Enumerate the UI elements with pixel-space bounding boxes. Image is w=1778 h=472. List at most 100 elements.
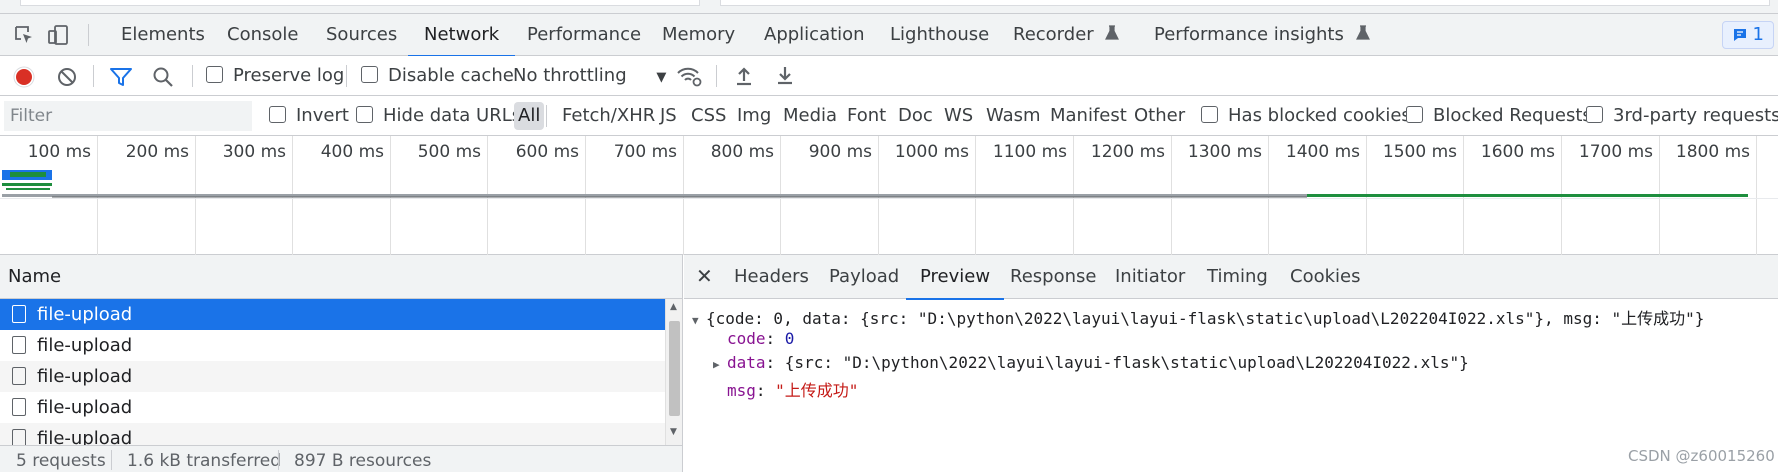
close-icon[interactable]: ✕: [696, 255, 713, 299]
timeline-tick-label: 900 ms: [808, 142, 872, 162]
type-filter-manifest[interactable]: Manifest: [1050, 96, 1127, 136]
timeline-request-bar-small: [6, 188, 50, 190]
collapsed-triangle-icon[interactable]: ▶: [713, 358, 727, 371]
filter-icon[interactable]: [109, 66, 133, 88]
preview-summary: {code: 0, data: {src: "D:\python\2022\la…: [706, 309, 1705, 328]
request-row[interactable]: file-upload: [0, 330, 665, 361]
invert-box[interactable]: [269, 106, 286, 123]
throttling-value: No throttling: [513, 65, 627, 86]
timeline-tick-label: 1100 ms: [992, 142, 1067, 162]
expanded-triangle-icon[interactable]: ▼: [692, 314, 706, 327]
tab-lighthouse[interactable]: Lighthouse: [890, 14, 989, 56]
blocked-requests-checkbox[interactable]: Blocked Requests: [1406, 96, 1592, 136]
tab-performance[interactable]: Performance: [527, 14, 641, 56]
network-toolbar: Preserve log Disable cache No throttling…: [0, 56, 1778, 96]
throttling-select[interactable]: No throttling ▼: [513, 56, 666, 96]
timeline-overview[interactable]: 100 ms 200 ms 300 ms 400 ms 500 ms 600 ms 700 …: [0, 136, 1778, 255]
preview-data-line[interactable]: ▶ data: {src: "D:\python\2022\layui\layui…: [713, 353, 1469, 372]
third-party-requests-checkbox[interactable]: 3rd-party requests: [1586, 96, 1778, 136]
third-party-requests-label: 3rd-party requests: [1613, 105, 1778, 126]
timeline-tick-label: 1700 ms: [1578, 142, 1653, 162]
has-blocked-cookies-box[interactable]: [1201, 106, 1218, 123]
document-icon: [12, 429, 26, 445]
document-icon: [12, 336, 26, 354]
tab-application[interactable]: Application: [764, 14, 865, 56]
property-value-object: {src: "D:\python\2022\layui\layui-flask\…: [784, 353, 1469, 372]
tab-recorder[interactable]: Recorder: [1013, 14, 1120, 56]
hide-data-urls-checkbox[interactable]: Hide data URLs: [356, 96, 521, 136]
timeline-tick-label: 1800 ms: [1675, 142, 1750, 162]
tab-headers[interactable]: Headers: [734, 255, 809, 299]
property-value-number: 0: [784, 329, 795, 348]
scroll-down-icon[interactable]: ▼: [670, 427, 677, 437]
clear-icon[interactable]: [56, 66, 78, 88]
tab-initiator[interactable]: Initiator: [1115, 255, 1185, 299]
device-toolbar-icon[interactable]: [46, 23, 70, 47]
request-row[interactable]: file-upload: [0, 423, 665, 445]
preserve-log-checkbox[interactable]: Preserve log: [206, 56, 344, 96]
record-icon[interactable]: [12, 65, 36, 89]
timeline-request-bar-green: [10, 172, 46, 177]
property-key: msg: [727, 381, 756, 400]
tab-console[interactable]: Console: [227, 14, 298, 56]
tab-network[interactable]: Network: [407, 14, 516, 57]
export-har-icon[interactable]: [775, 65, 795, 85]
search-icon[interactable]: [152, 66, 174, 88]
name-column-header[interactable]: Name: [0, 255, 682, 299]
type-filter-wasm[interactable]: Wasm: [986, 96, 1041, 136]
request-row[interactable]: file-upload: [0, 392, 665, 423]
has-blocked-cookies-checkbox[interactable]: Has blocked cookies: [1201, 96, 1411, 136]
window-top-strip: [0, 0, 1778, 14]
tab-timing[interactable]: Timing: [1207, 255, 1268, 299]
issues-counter-button[interactable]: 1: [1722, 21, 1774, 49]
has-blocked-cookies-label: Has blocked cookies: [1228, 105, 1411, 126]
type-filter-font[interactable]: Font: [847, 96, 886, 136]
type-filter-css[interactable]: CSS: [691, 96, 726, 136]
type-filter-doc[interactable]: Doc: [898, 96, 933, 136]
timeline-request-bar-small: [2, 183, 52, 186]
blocked-requests-box[interactable]: [1406, 106, 1423, 123]
hide-data-urls-label: Hide data URLs: [383, 105, 522, 126]
timeline-download-bar: [1307, 194, 1748, 197]
dropdown-arrow-icon: ▼: [656, 70, 667, 85]
invert-checkbox[interactable]: Invert: [269, 96, 349, 136]
request-row[interactable]: file-upload: [0, 361, 665, 392]
inspect-element-icon[interactable]: [13, 24, 35, 46]
tab-performance-insights[interactable]: Performance insights: [1154, 14, 1370, 56]
import-har-icon[interactable]: [734, 66, 754, 86]
type-filter-other[interactable]: Other: [1134, 96, 1185, 136]
type-filter-ws[interactable]: WS: [944, 96, 973, 136]
request-list: Name file-upload file-upload file-upload…: [0, 255, 683, 445]
property-value-string: "上传成功": [775, 381, 859, 400]
filter-input[interactable]: [4, 101, 252, 131]
tab-elements[interactable]: Elements: [121, 14, 205, 56]
scroll-up-icon[interactable]: ▲: [670, 302, 677, 312]
transferred-size: 1.6 kB transferred: [127, 451, 282, 471]
type-filter-js[interactable]: JS: [660, 96, 677, 136]
type-filter-fetch-xhr[interactable]: Fetch/XHR: [562, 96, 655, 136]
request-row[interactable]: file-upload: [0, 299, 665, 330]
preserve-log-box[interactable]: [206, 66, 223, 83]
third-party-requests-box[interactable]: [1586, 106, 1603, 123]
tab-memory[interactable]: Memory: [662, 14, 735, 56]
disable-cache-box[interactable]: [361, 66, 378, 83]
tab-response[interactable]: Response: [1010, 255, 1096, 299]
preview-root-line[interactable]: ▼ {code: 0, data: {src: "D:\python\2022\l…: [692, 305, 1704, 329]
tab-payload[interactable]: Payload: [829, 255, 899, 299]
network-conditions-icon[interactable]: [676, 65, 702, 87]
scrollbar-thumb[interactable]: [669, 321, 680, 416]
type-filter-all[interactable]: All: [514, 102, 545, 130]
tab-preview[interactable]: Preview: [905, 255, 1005, 300]
type-filter-img[interactable]: Img: [737, 96, 771, 136]
type-filter-media[interactable]: Media: [783, 96, 837, 136]
disable-cache-checkbox[interactable]: Disable cache: [361, 56, 514, 96]
timeline-gridline: [1756, 136, 1757, 255]
preserve-log-label: Preserve log: [233, 65, 345, 86]
request-list-scrollbar[interactable]: ▲ ▼: [665, 299, 682, 445]
timeline-tick-label: 1500 ms: [1382, 142, 1457, 162]
tab-cookies[interactable]: Cookies: [1290, 255, 1360, 299]
timeline-tick-label: 700 ms: [613, 142, 677, 162]
hide-data-urls-box[interactable]: [356, 106, 373, 123]
tab-sources[interactable]: Sources: [326, 14, 397, 56]
detail-tabbar: ✕ Headers Payload Preview Response Initi…: [684, 255, 1778, 300]
